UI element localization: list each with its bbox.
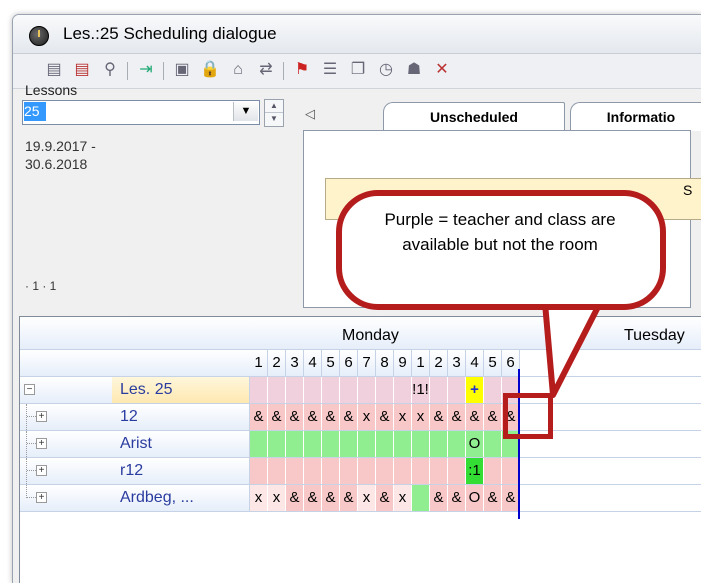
callout-text: Purple = teacher and class are available… bbox=[384, 210, 616, 254]
